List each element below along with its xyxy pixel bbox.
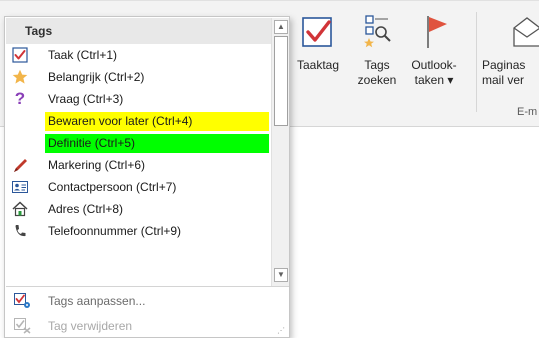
tag-item-label: Markering (Ctrl+6) [48,158,146,172]
tags-dropdown: Tags Taak (Ctrl+1) Belangrijk (Ctrl+2) ?… [4,16,290,338]
scroll-down-arrow-icon[interactable]: ▼ [274,268,288,282]
scroll-thumb[interactable] [274,36,288,126]
tag-item-markering[interactable]: Markering (Ctrl+6) [6,154,271,176]
customize-tags-icon [14,293,32,309]
outlook-taken-button[interactable]: Outlook- taken ▾ [405,14,463,88]
tag-item-label: Definitie (Ctrl+5) [45,134,269,153]
house-icon [12,201,28,217]
tags-scrollbar[interactable]: ▲ ▼ [271,18,289,286]
phone-icon [12,223,28,239]
contact-card-icon [12,179,28,195]
tag-item-vraag[interactable]: ? Vraag (Ctrl+3) [6,88,271,110]
question-mark-icon: ? [14,89,26,108]
tags-aanpassen-label: Tags aanpassen... [48,294,146,308]
star-icon [12,69,28,85]
tag-item-label: Belangrijk (Ctrl+2) [48,70,145,84]
pen-icon [12,157,28,173]
tag-verwijderen-label: Tag verwijderen [48,319,133,333]
ribbon-top-border [0,0,539,1]
tag-item-belangrijk[interactable]: Belangrijk (Ctrl+2) [6,66,271,88]
tags-aanpassen-action[interactable]: Tags aanpassen... [6,289,289,313]
taaktag-button[interactable]: Taaktag [293,14,343,73]
scroll-up-arrow-icon[interactable]: ▲ [274,20,288,34]
tag-item-adres[interactable]: Adres (Ctrl+8) [6,198,271,220]
actions-divider [6,286,289,287]
task-tag-icon [301,14,335,54]
pagina-email-label-2: mail ver [482,73,525,87]
resize-grip-icon[interactable]: ⋰ [277,326,285,335]
pagina-email-label-1: Paginas [482,58,526,72]
tags-zoeken-label-2: zoeken [357,73,397,87]
envelope-icon [510,14,539,54]
outlook-taken-label-2: taken ▾ [414,73,454,87]
taaktag-label: Taaktag [296,58,340,72]
flag-icon [417,14,451,54]
tag-item-definitie[interactable]: Definitie (Ctrl+5) [6,132,271,154]
tag-item-label: Vraag (Ctrl+3) [48,92,124,106]
tag-item-label: Telefoonnummer (Ctrl+9) [48,224,182,238]
tags-list: Taak (Ctrl+1) Belangrijk (Ctrl+2) ? Vraa… [6,44,271,239]
tag-verwijderen-action[interactable]: Tag verwijderen [6,314,289,338]
tag-item-taak[interactable]: Taak (Ctrl+1) [6,44,271,66]
find-tags-icon [360,14,394,54]
tag-item-label: Contactpersoon (Ctrl+7) [48,180,177,194]
checkbox-checked-icon [12,47,28,63]
tag-item-label: Bewaren voor later (Ctrl+4) [45,112,269,131]
remove-tag-icon [14,318,32,334]
tag-item-contactpersoon[interactable]: Contactpersoon (Ctrl+7) [6,176,271,198]
tag-item-telefoonnummer[interactable]: Telefoonnummer (Ctrl+9) [6,220,271,239]
email-group-label: E-m [517,106,538,118]
ribbon-separator [476,12,477,112]
tags-zoeken-button[interactable]: Tags zoeken [354,14,400,88]
tags-zoeken-label-1: Tags [364,58,390,72]
pagina-email-button[interactable]: Paginas mail ver [482,14,539,88]
tag-item-label: Taak (Ctrl+1) [48,48,118,62]
outlook-taken-label-1: Outlook- [411,58,457,72]
tag-item-bewaren[interactable]: Bewaren voor later (Ctrl+4) [6,110,271,132]
tags-header: Tags [6,18,271,44]
tag-item-label: Adres (Ctrl+8) [48,202,124,216]
